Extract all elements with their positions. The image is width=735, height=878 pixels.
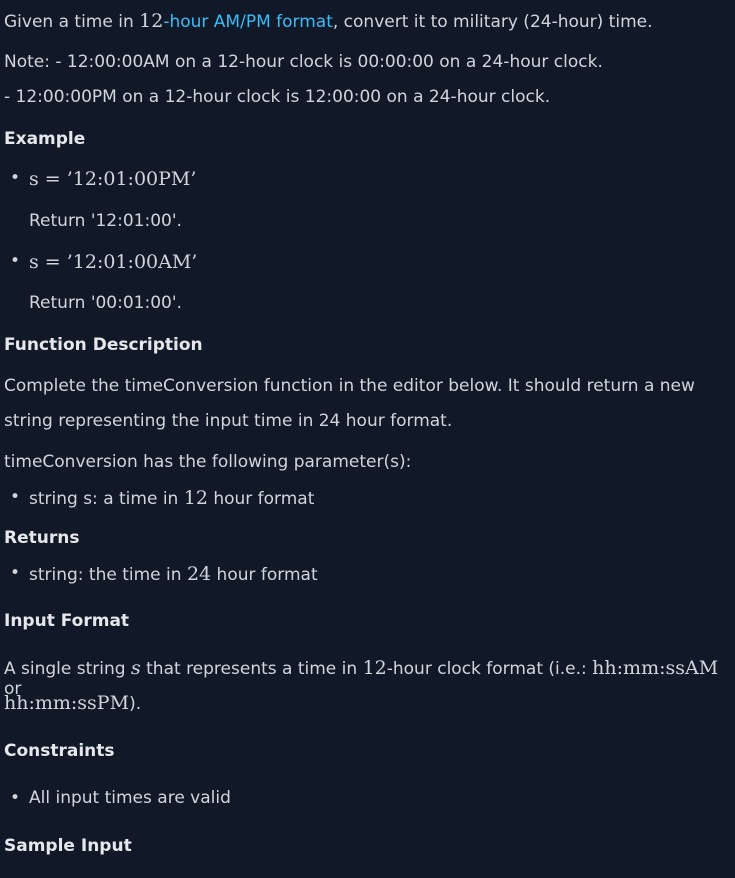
returns-suffix: hour format (211, 565, 318, 585)
note-line-2: - 12:00:00PM on a 12-hour clock is 12:00… (4, 87, 551, 107)
returns-heading: Returns (4, 528, 80, 548)
bullet-icon: • (10, 251, 21, 271)
example-math: s = ’12:01:00AM’ (29, 251, 198, 273)
input-format-math-am: hh:mm:ssAM (592, 657, 719, 679)
returns-list: • string: the time in 24 hour format (4, 563, 731, 585)
example-item: • s = ’12:01:00AM’ (4, 251, 731, 273)
intro-number: 12 (139, 10, 164, 32)
input-format-suffix-2: ). (129, 694, 142, 714)
intro-format-link[interactable]: -hour AM/PM format (163, 12, 333, 32)
returns-number: 24 (186, 563, 212, 585)
bullet-icon: • (10, 487, 21, 507)
sample-input-heading: Sample Input (4, 836, 132, 856)
intro-suffix: , convert it to military (24-hour) time. (332, 12, 653, 32)
intro-prefix: Given a time in (4, 12, 140, 32)
param-item: • string s: a time in 12 hour format (4, 487, 731, 509)
example-heading: Example (4, 129, 86, 149)
params-intro: timeConversion has the following paramet… (4, 452, 412, 472)
example-return-1: Return '12:01:00'. (29, 211, 182, 231)
input-format-math-pm: hh:mm:ssPM (4, 692, 130, 714)
params-list: • string s: a time in 12 hour format (4, 487, 731, 509)
input-format-heading: Input Format (4, 611, 130, 631)
param-prefix: string s: a time in (29, 489, 184, 509)
returns-prefix: string: the time in (29, 565, 187, 585)
input-format-mid2: -hour clock format (i.e.: (386, 659, 593, 679)
example-item: • s = ’12:01:00PM’ (4, 168, 731, 190)
example-math: s = ’12:01:00PM’ (29, 168, 197, 190)
input-format-line-2: hh:mm:ssPM). (4, 692, 731, 714)
bullet-icon: • (10, 563, 21, 583)
constraint-item: • All input times are valid (4, 788, 731, 808)
input-format-mid: that represents a time in (140, 659, 363, 679)
example-list: • s = ’12:01:00AM’ (4, 251, 731, 273)
input-format-prefix: A single string (4, 659, 131, 679)
intro-text: Given a time in 12-hour AM/PM format, co… (4, 10, 731, 32)
param-suffix: hour format (207, 489, 315, 509)
function-description-heading: Function Description (4, 335, 203, 355)
function-description-line-1: Complete the timeConversion function in … (4, 376, 695, 396)
input-format-var: s (130, 657, 141, 679)
constraints-heading: Constraints (4, 741, 115, 761)
function-description-line-2: string representing the input time in 24… (4, 411, 453, 431)
bullet-icon: • (10, 788, 21, 808)
returns-item: • string: the time in 24 hour format (4, 563, 731, 585)
example-return-2: Return '00:01:00'. (29, 293, 182, 313)
input-format-number: 12 (362, 657, 387, 679)
constraint-text: All input times are valid (29, 788, 231, 808)
bullet-icon: • (10, 168, 21, 188)
param-number: 12 (183, 487, 208, 509)
note-line-1: Note: - 12:00:00AM on a 12-hour clock is… (4, 52, 603, 72)
constraints-list: • All input times are valid (4, 788, 731, 808)
example-list: • s = ’12:01:00PM’ (4, 168, 731, 190)
